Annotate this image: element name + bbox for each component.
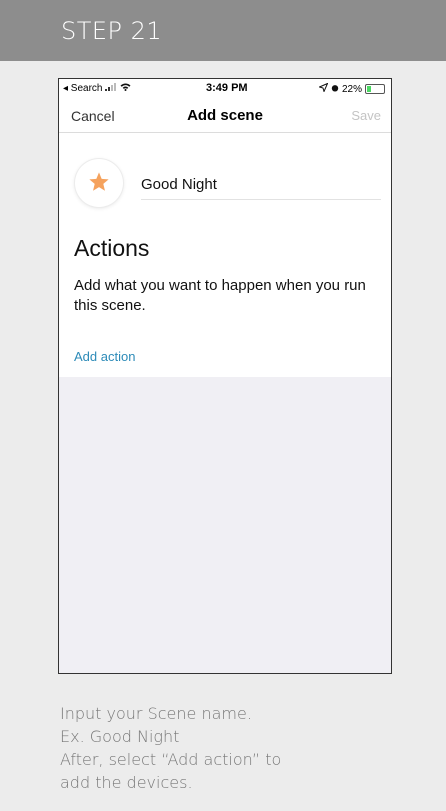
- nav-title: Add scene: [187, 107, 263, 124]
- scene-name-input[interactable]: Good Night: [141, 176, 381, 200]
- star-icon: [89, 172, 109, 191]
- save-button[interactable]: Save: [351, 108, 381, 123]
- scene-icon-button[interactable]: [75, 159, 123, 207]
- status-back-label: ◂ Search: [63, 83, 103, 94]
- signal-icon: [105, 83, 120, 94]
- wifi-icon: [120, 83, 131, 94]
- location-icon: [318, 82, 329, 95]
- actions-description: Add what you want to happen when you run…: [74, 277, 366, 314]
- caption-line: add the devices.: [60, 773, 193, 792]
- status-bar: ◂ Search 3:49 PM 22%: [59, 79, 391, 99]
- status-right: 22%: [318, 82, 385, 95]
- step-title: STEP 21: [61, 17, 163, 45]
- add-action-button[interactable]: Add action: [59, 338, 391, 377]
- actions-heading: Actions: [74, 235, 150, 261]
- battery-icon: [365, 84, 385, 94]
- battery-level: [367, 86, 371, 92]
- phone-screenshot: ◂ Search 3:49 PM 22% Cancel Add scene Sa…: [58, 78, 392, 674]
- alarm-icon: [331, 84, 339, 95]
- status-time: 3:49 PM: [206, 82, 248, 94]
- caption-line: Ex. Good Night: [60, 727, 180, 746]
- battery-percent: 22%: [341, 83, 362, 95]
- nav-bar: Cancel Add scene Save: [59, 99, 391, 133]
- instruction-caption: Input your Scene name. Ex. Good Night Af…: [60, 702, 380, 794]
- caption-line: Input your Scene name.: [60, 704, 252, 723]
- step-header: STEP 21: [0, 0, 446, 61]
- status-back-search[interactable]: ◂ Search: [63, 83, 131, 94]
- scene-form: Good Night Actions Add what you want to …: [59, 133, 391, 363]
- caption-line: After, select “Add action” to: [60, 750, 282, 769]
